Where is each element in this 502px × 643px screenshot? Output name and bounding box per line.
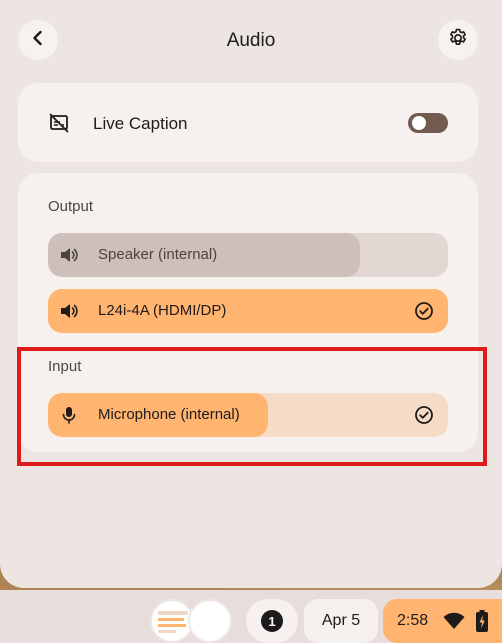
- output-section-label: Output: [48, 198, 94, 215]
- battery-charging-icon: [476, 610, 488, 637]
- device-name: Speaker (internal): [98, 246, 218, 263]
- notification-pod[interactable]: 1: [246, 599, 298, 643]
- notification-count-badge: 1: [261, 610, 283, 632]
- toggle-knob: [412, 116, 426, 130]
- page-title: Audio: [226, 30, 276, 51]
- volume-icon: [59, 245, 79, 265]
- clock-label: 2:58: [397, 612, 429, 629]
- volume-icon: [59, 301, 79, 321]
- live-caption-icon: [48, 113, 70, 133]
- input-section-highlight: [17, 347, 487, 466]
- system-shelf: 1 Apr 5 2:58: [0, 590, 502, 643]
- live-caption-row[interactable]: Live Caption: [18, 83, 478, 162]
- gear-icon: [447, 27, 469, 54]
- date-label: Apr 5: [321, 612, 361, 629]
- window-thumbnail[interactable]: [188, 599, 232, 643]
- output-device-hdmi[interactable]: L24i-4A (HDMI/DP): [48, 289, 448, 333]
- audio-settings-button[interactable]: [438, 20, 478, 60]
- output-device-speaker[interactable]: Speaker (internal): [48, 233, 448, 277]
- desk-thumbnails[interactable]: [150, 599, 236, 643]
- status-area[interactable]: 2:58: [383, 599, 502, 643]
- date-tray[interactable]: Apr 5: [304, 599, 378, 643]
- device-name: L24i-4A (HDMI/DP): [98, 302, 227, 319]
- live-caption-toggle[interactable]: [408, 113, 448, 133]
- check-circle-icon: [414, 301, 434, 321]
- wifi-icon: [443, 612, 465, 635]
- audio-settings-panel: Audio Live Caption Output Speaker (inter…: [0, 0, 502, 588]
- live-caption-label: Live Caption: [93, 114, 188, 133]
- panel-header: Audio: [0, 0, 502, 82]
